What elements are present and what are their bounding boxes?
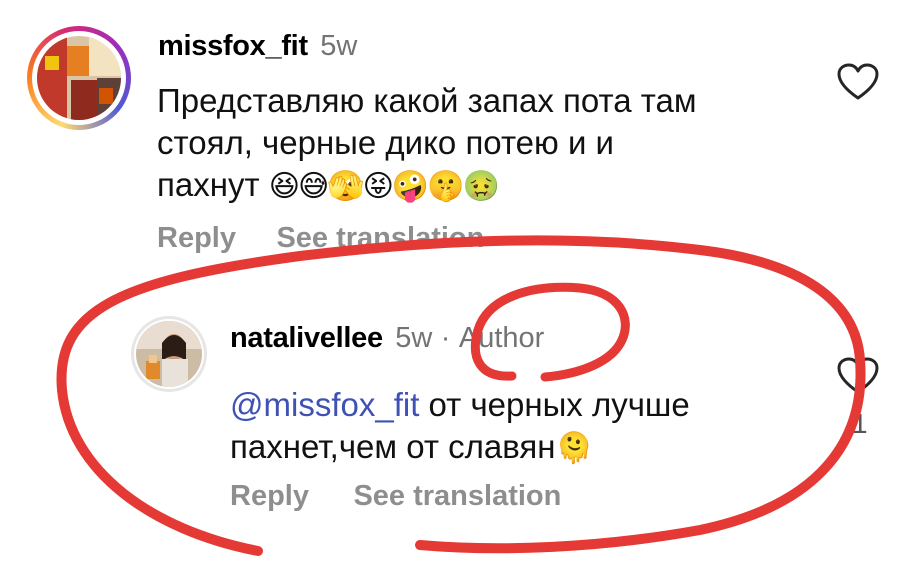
- reply-button[interactable]: Reply: [157, 222, 236, 254]
- avatar-natalivellee[interactable]: [131, 316, 207, 392]
- emoji-sequence: 😆😅🫣😝🤪🤫🤢: [268, 170, 500, 203]
- reply-username[interactable]: natalivellee: [230, 322, 383, 354]
- reply-button[interactable]: Reply: [230, 480, 309, 512]
- like-button[interactable]: [836, 62, 880, 107]
- like-count: 1: [852, 408, 868, 439]
- see-translation-button[interactable]: See translation: [276, 222, 484, 254]
- see-translation-button[interactable]: See translation: [353, 480, 561, 512]
- badge-separator: ·: [440, 322, 451, 354]
- like-button[interactable]: [836, 356, 880, 401]
- comment-text: Представляю какой запах пота там стоял, …: [157, 82, 697, 203]
- reply-text: @missfox_fit от черных лучше пахнет,чем …: [230, 386, 690, 465]
- mention-link[interactable]: @missfox_fit: [230, 386, 419, 423]
- reply-timestamp: 5w: [395, 322, 433, 354]
- heart-icon: [837, 63, 879, 100]
- melting-face-emoji: 🫠: [555, 432, 593, 465]
- comment-timestamp: 5w: [320, 30, 358, 62]
- comment-username[interactable]: missfox_fit: [158, 30, 308, 62]
- heart-icon: [837, 357, 879, 394]
- author-badge: Author: [458, 322, 545, 354]
- avatar-missfox-fit[interactable]: [27, 26, 131, 130]
